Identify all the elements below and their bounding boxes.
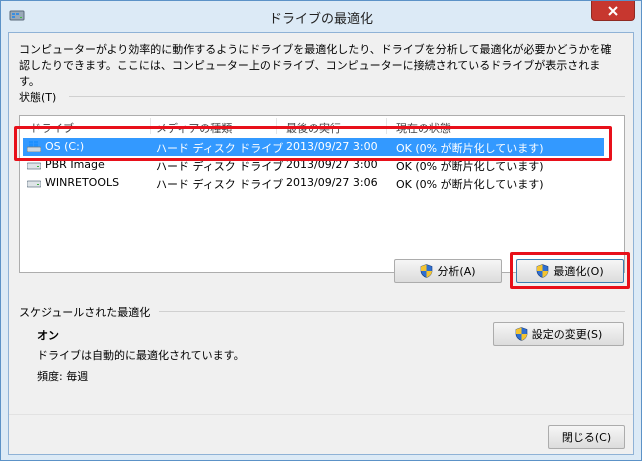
description-text: コンピューターがより効率的に動作するようにドライブを最適化したり、ドライブを分析… — [19, 43, 612, 88]
uac-shield-icon — [515, 327, 528, 341]
change-settings-button[interactable]: 設定の変更(S) — [493, 322, 624, 346]
drive-name: WINRETOOLS — [45, 176, 120, 189]
analyze-button[interactable]: 分析(A) — [394, 259, 502, 283]
status-label: 状態(T) — [19, 91, 57, 104]
title-bar[interactable]: ドライブの最適化 — [1, 1, 641, 31]
close-button[interactable]: 閉じる(C) — [548, 425, 625, 449]
window-title: ドライブの最適化 — [268, 12, 373, 27]
schedule-separator — [159, 311, 625, 312]
window-content: コンピューターがより効率的に動作するようにドライブを最適化したり、ドライブを分析… — [8, 32, 634, 455]
hard-drive-icon — [27, 180, 41, 188]
drive-media: ハード ディスク ドライブ — [156, 178, 284, 191]
status-separator — [69, 96, 625, 97]
footer-separator — [9, 414, 633, 415]
close-button-label: 閉じる(C) — [561, 431, 612, 444]
annotation-highlight-optimize — [510, 252, 630, 289]
defrag-window: ドライブの最適化 コンピューターがより効率的に動作するようにドライブを最適化した… — [0, 0, 642, 461]
analyze-button-label: 分析(A) — [437, 265, 476, 278]
schedule-frequency: 頻度: 毎週 — [37, 370, 89, 383]
drive-state: OK (0% が断片化しています) — [396, 178, 544, 191]
annotation-highlight-os-drive — [14, 126, 612, 161]
uac-shield-icon — [421, 264, 433, 278]
drive-row-winretools[interactable]: WINRETOOLS ハード ディスク ドライブ 2013/09/27 3:06… — [23, 174, 604, 192]
schedule-auto-text: ドライブは自動的に最適化されています。 — [37, 349, 245, 362]
drive-last-run: 2013/09/27 3:06 — [286, 176, 378, 189]
close-icon — [608, 5, 618, 16]
schedule-state: オン — [37, 329, 59, 342]
window-close-button[interactable] — [591, 1, 635, 21]
change-settings-button-label: 設定の変更(S) — [531, 328, 603, 341]
schedule-label: スケジュールされた最適化 — [19, 306, 151, 319]
